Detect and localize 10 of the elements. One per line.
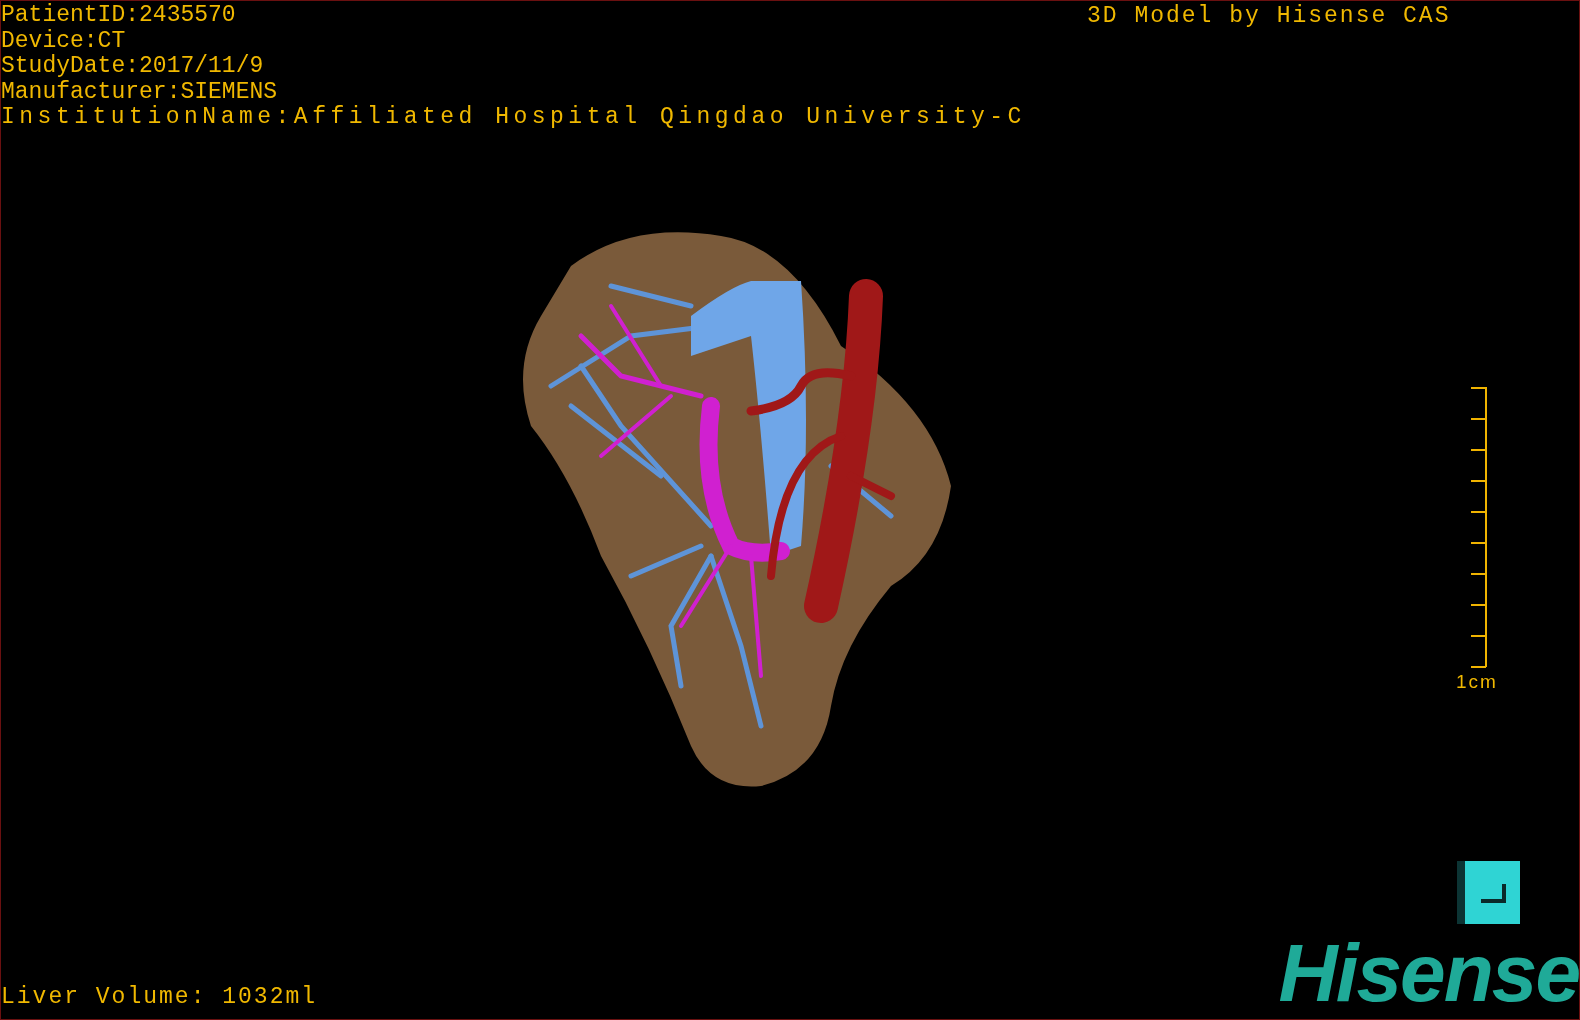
brand-logo: Hisense [1278, 929, 1579, 1017]
scale-label: 1cm [1456, 671, 1498, 693]
model-credit-text: 3D Model by Hisense CAS [1087, 3, 1451, 29]
liver-volume-text: Liver Volume: 1032ml [1, 984, 318, 1010]
view-corner-button[interactable] [1457, 861, 1520, 924]
patient-info-text: Manufacturer:SIEMENS [1, 79, 279, 105]
patient-info-text: PatientID:2435570 [1, 3, 237, 29]
patient-info-text: InstitutionName:Affiliated Hospital Qingdao University-C [1, 105, 1026, 131]
patient-info-text: Device:CT [1, 28, 127, 54]
patient-info-text: StudyDate:2017/11/9 [1, 54, 265, 80]
